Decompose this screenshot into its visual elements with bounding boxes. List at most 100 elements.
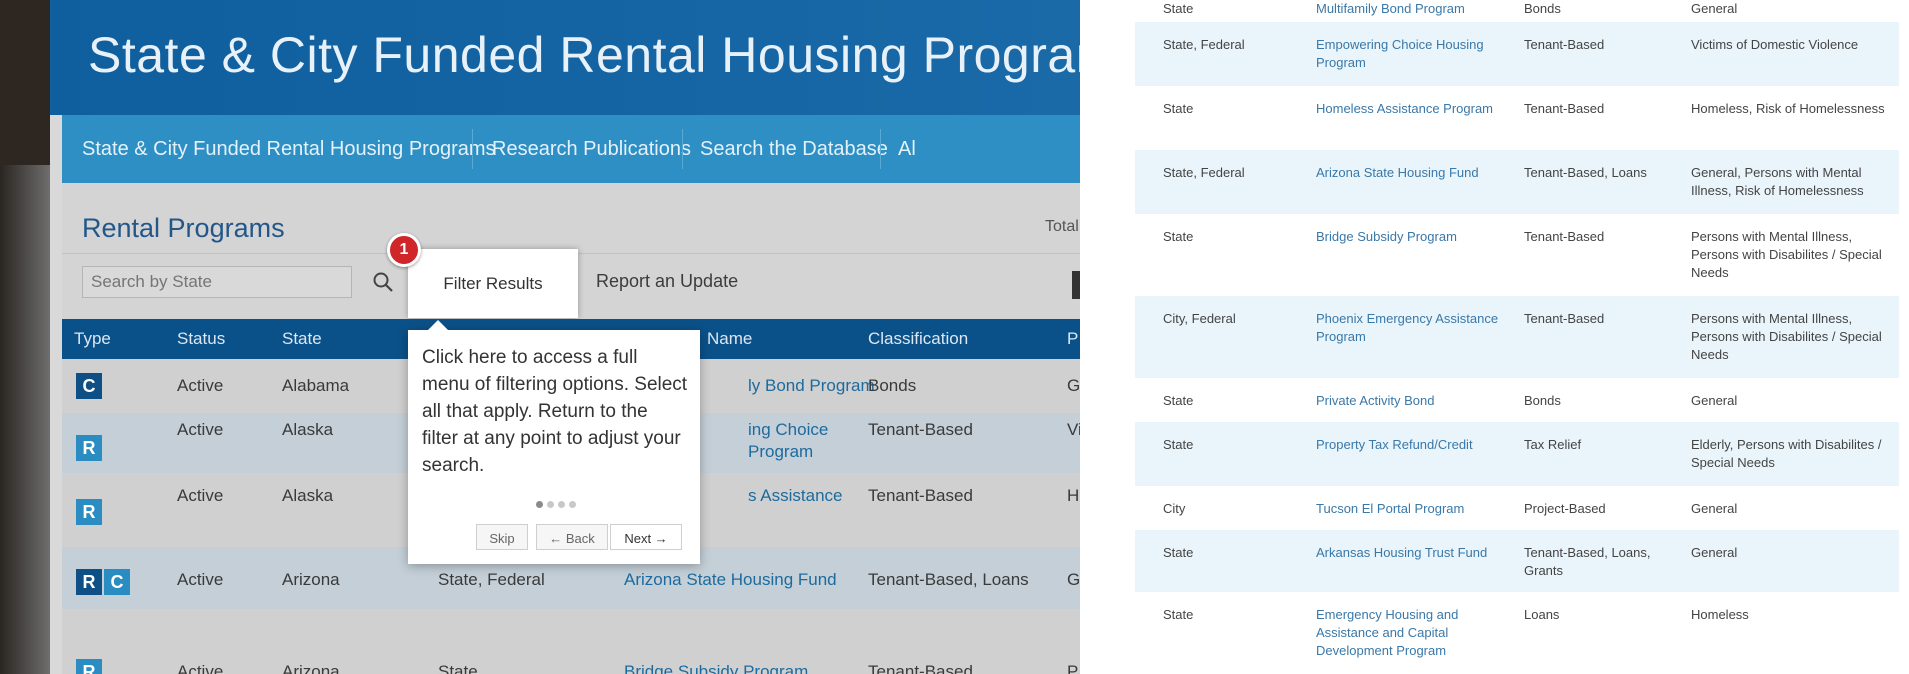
program-name-link[interactable]: s Assistance <box>748 485 843 507</box>
table-row[interactable]: R Active Arizona State Bridge Subsidy Pr… <box>62 609 1080 674</box>
table-cell-population: General <box>1691 545 1738 560</box>
program-name-link[interactable]: Tucson El Portal Program <box>1316 500 1516 518</box>
main-content: Rental Programs Total: Filter Results Re… <box>62 183 1080 674</box>
page-title: Rental Programs <box>82 213 285 243</box>
table-cell-population: Homeless, Risk of Homelessness <box>1691 101 1885 116</box>
table-cell-classification: Tenant-Based <box>1524 101 1605 116</box>
nav-item-research[interactable]: Research Publications <box>492 115 691 183</box>
tour-next-button[interactable]: Next → <box>610 524 682 550</box>
table-cell-funding: State <box>1163 607 1194 622</box>
type-badge: R <box>76 569 102 595</box>
browser-viewport: State & City Funded Rental Housing Progr… <box>0 0 1080 674</box>
table-cell-funding: City <box>1163 501 1186 516</box>
tour-progress-dots <box>536 495 580 513</box>
table-cell-classification: Bonds <box>1524 393 1561 408</box>
program-name-link[interactable]: Arkansas Housing Trust Fund <box>1316 544 1516 562</box>
table-cell-funding: State <box>1163 1 1194 16</box>
table-cell-classification: Tenant-Based <box>1524 229 1605 244</box>
site-container: State & City Funded Rental Housing Progr… <box>50 0 1080 674</box>
nav-item-programs[interactable]: State & City Funded Rental Housing Progr… <box>82 115 496 183</box>
table-cell-funding: State, Federal <box>1163 165 1245 180</box>
table-cell-funding: State, Federal <box>1163 37 1245 52</box>
table-cell-classification: Tenant-Based <box>1524 37 1605 52</box>
column-header-type[interactable]: Type <box>74 319 111 359</box>
program-name-link[interactable]: Homeless Assistance Program <box>1316 100 1516 118</box>
column-header-population[interactable]: P <box>1067 319 1078 359</box>
nav-item-more[interactable]: Al <box>898 115 916 183</box>
table-cell-funding: State <box>1163 393 1194 408</box>
table-row[interactable]: State Multifamily Bond Program Bonds Genera… <box>1135 0 1899 22</box>
table-row[interactable]: State Property Tax Refund/Credit Tax Relie… <box>1135 422 1899 486</box>
table-row[interactable]: State Bridge Subsidy Program Tenant-Based P… <box>1135 214 1899 296</box>
table-cell-population: General <box>1691 393 1738 408</box>
tour-back-button[interactable]: ← Back <box>536 524 608 550</box>
search-input[interactable] <box>82 266 352 298</box>
table-row[interactable]: City, Federal Phoenix Emergency Assistanc… <box>1135 296 1899 378</box>
table-row[interactable]: State Emergency Housing and Assistance an… <box>1135 592 1899 674</box>
nav-item-search-db[interactable]: Search the Database <box>700 115 888 183</box>
table-cell-funding: State <box>1163 545 1194 560</box>
program-name-link[interactable]: Multifamily Bond Program <box>1316 0 1516 18</box>
table-row[interactable]: State, Federal Arizona State Housing Fund… <box>1135 150 1899 214</box>
tour-dot[interactable] <box>558 501 565 508</box>
program-name-link[interactable]: Phoenix Emergency Assistance Program <box>1316 310 1516 346</box>
table-cell-funding: State <box>1163 229 1194 244</box>
program-name-link[interactable]: Private Activity Bond <box>1316 392 1516 410</box>
type-badge: C <box>76 373 102 399</box>
tour-dot[interactable] <box>547 501 554 508</box>
program-name-link[interactable]: ing Choice <box>748 419 828 441</box>
program-name-link[interactable]: Property Tax Refund/Credit <box>1316 436 1516 454</box>
program-name-link[interactable]: Emergency Housing and Assistance and Cap… <box>1316 606 1516 660</box>
toolbar-button-partial[interactable] <box>1072 271 1080 299</box>
type-badge: C <box>104 569 130 595</box>
table-cell-population: Victims of Domestic Violence <box>1691 37 1859 52</box>
table-cell-classification: Tenant-Based, Loans <box>1524 165 1647 180</box>
site-banner: State & City Funded Rental Housing Progr… <box>50 0 1080 115</box>
tour-tooltip-text: Click here to access a full menu of filt… <box>422 347 688 476</box>
table-cell-classification: Project-Based <box>1524 501 1606 516</box>
table-cell-classification: Loans <box>1524 607 1560 622</box>
filter-results-button[interactable]: Filter Results <box>408 249 578 318</box>
main-nav: State & City Funded Rental Housing Progr… <box>62 115 1080 183</box>
site-title: State & City Funded Rental Housing Progr… <box>88 27 1080 83</box>
program-name-link[interactable]: Arizona State Housing Fund <box>624 569 837 591</box>
program-name-link[interactable]: ly Bond Program <box>748 375 875 397</box>
tour-dot[interactable] <box>569 501 576 508</box>
report-update-button[interactable]: Report an Update <box>596 271 738 292</box>
type-badge: R <box>76 499 102 525</box>
program-name-link[interactable]: Empowering Choice Housing Program <box>1316 36 1516 72</box>
table-cell-population: Elderly, Persons with Disabilites / Spec… <box>1691 437 1882 470</box>
table-cell-classification: Tenant-Based, Loans, Grants <box>1524 545 1651 578</box>
tour-skip-button[interactable]: Skip <box>476 524 528 550</box>
table-cell-classification: Tax Relief <box>1524 437 1582 452</box>
table-cell-population: General <box>1691 501 1738 516</box>
table-cell-funding: City, Federal <box>1163 311 1236 326</box>
total-label: Total: <box>1045 218 1080 235</box>
tour-tooltip: Click here to access a full menu of filt… <box>408 320 700 564</box>
table-cell-classification: Tenant-Based <box>1524 311 1605 326</box>
screenshot-right-panel: State Multifamily Bond Program Bonds Genera… <box>1135 0 1899 674</box>
table-row[interactable]: State Homeless Assistance Program Tenant-B… <box>1135 86 1899 150</box>
program-name-link[interactable]: Bridge Subsidy Program <box>624 661 808 674</box>
column-header-status[interactable]: Status <box>177 319 225 359</box>
tour-dot[interactable] <box>536 501 543 508</box>
type-badge: R <box>76 659 102 674</box>
table-cell-population: General, Persons with Mental Illness, Ri… <box>1691 165 1864 198</box>
program-name-link[interactable]: Arizona State Housing Fund <box>1316 164 1516 182</box>
table-row[interactable]: City Tucson El Portal Program Project-Base… <box>1135 486 1899 530</box>
search-icon[interactable] <box>372 271 394 293</box>
table-row[interactable]: State Arkansas Housing Trust Fund Tenant-B… <box>1135 530 1899 592</box>
table-row[interactable]: State Private Activity Bond Bonds General <box>1135 378 1899 422</box>
page-edge <box>0 0 50 674</box>
column-header-classification[interactable]: Classification <box>868 319 968 359</box>
table-cell-funding: State <box>1163 101 1194 116</box>
table-row[interactable]: State, Federal Empowering Choice Housing … <box>1135 22 1899 86</box>
table-cell-funding: State <box>1163 437 1194 452</box>
table-cell-population: Persons with Mental Illness, Persons wit… <box>1691 311 1882 362</box>
column-header-state[interactable]: State <box>282 319 322 359</box>
program-name-link[interactable]: Bridge Subsidy Program <box>1316 228 1516 246</box>
column-header-name[interactable]: Name <box>707 319 752 359</box>
table-cell-population: Persons with Mental Illness, Persons wit… <box>1691 229 1882 280</box>
table-cell-population: Homeless <box>1691 607 1749 622</box>
table-cell-classification: Bonds <box>1524 1 1561 16</box>
